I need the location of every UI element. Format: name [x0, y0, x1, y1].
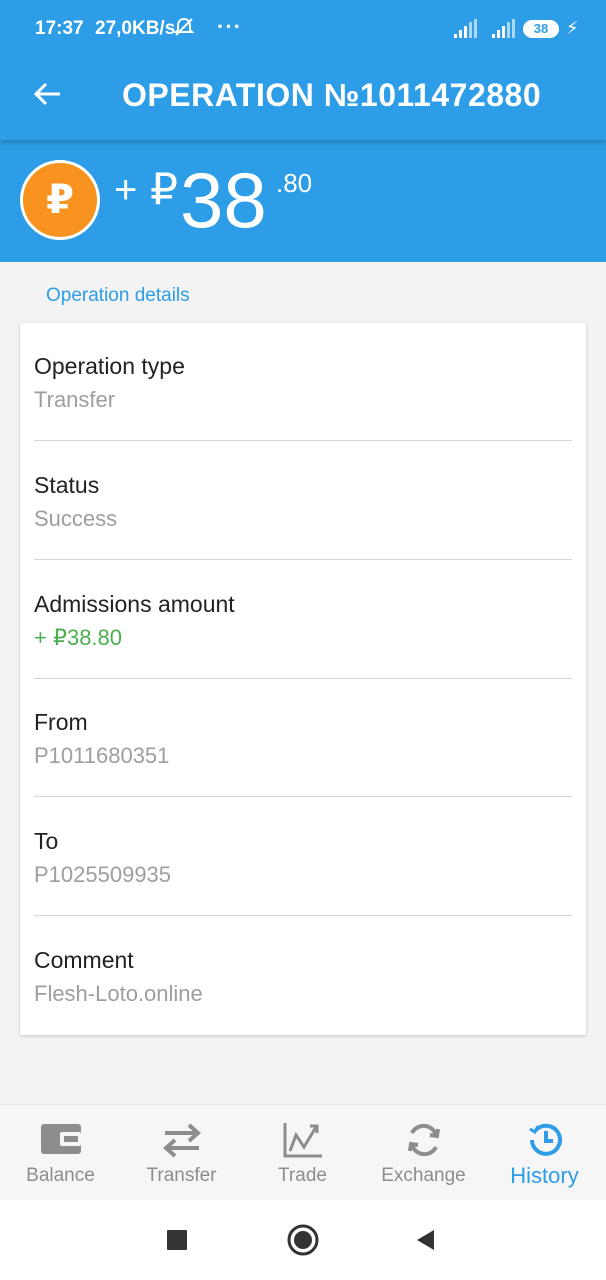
nav-history[interactable]: History	[484, 1105, 605, 1201]
app-bar: OPERATION №1011472880	[0, 60, 606, 140]
detail-row-admissions-amount: Admissions amount + ₽38.80	[34, 561, 572, 679]
more-notifications-icon: ···	[217, 14, 242, 39]
network-speed: 27,0KB/s	[95, 18, 176, 39]
detail-label: Status	[34, 472, 100, 498]
detail-value: Transfer	[34, 387, 116, 412]
clock: 17:37	[35, 18, 84, 39]
detail-value: + ₽38.80	[34, 625, 123, 650]
signal-icon	[454, 19, 515, 38]
detail-label: Admissions amount	[34, 591, 235, 617]
system-nav-bar	[0, 1200, 606, 1280]
detail-value: Success	[34, 506, 118, 531]
detail-value: P1011680351	[34, 743, 170, 768]
divider	[34, 440, 572, 441]
detail-row-comment: Comment Flesh-Loto.online	[34, 917, 572, 1035]
detail-label: Operation type	[34, 353, 185, 379]
divider	[34, 915, 572, 916]
back-arrow-icon	[33, 82, 60, 106]
nav-label: Balance	[26, 1165, 95, 1186]
battery-icon: 38	[523, 20, 559, 38]
detail-label: Comment	[34, 947, 134, 973]
refresh-icon	[408, 1123, 440, 1157]
detail-label: To	[34, 828, 59, 854]
detail-label: From	[34, 709, 88, 735]
wallet-icon	[41, 1124, 81, 1154]
bottom-nav: Balance Transfer Trade Exchange History	[0, 1104, 606, 1201]
amount-sign: +	[114, 168, 138, 212]
detail-value: Flesh-Loto.online	[34, 981, 203, 1006]
amount-header: ₽ + ₽ 38 .80	[0, 140, 606, 262]
muted-bell-icon	[173, 16, 195, 44]
nav-balance[interactable]: Balance	[0, 1105, 121, 1201]
amount-decimal: .80	[276, 168, 313, 198]
battery-level: 38	[533, 21, 549, 36]
detail-row-status: Status Success	[34, 442, 572, 560]
status-bar: 17:37 27,0KB/s ··· 38 ⚡	[0, 0, 606, 60]
details-card: Operation type Transfer Status Success A…	[20, 323, 586, 1035]
page-title: OPERATION №1011472880	[122, 77, 542, 113]
recents-button-icon[interactable]	[159, 1222, 195, 1258]
amount-integer: 38	[180, 156, 267, 244]
divider	[34, 559, 572, 560]
nav-label: Exchange	[381, 1165, 466, 1186]
transfer-arrows-icon	[162, 1123, 202, 1158]
back-nav-button-icon[interactable]	[408, 1222, 444, 1258]
nav-label: History	[510, 1163, 579, 1188]
home-button-icon[interactable]	[285, 1222, 321, 1258]
nav-exchange[interactable]: Exchange	[363, 1105, 484, 1201]
detail-value: P1025509935	[34, 862, 172, 887]
nav-trade[interactable]: Trade	[242, 1105, 363, 1201]
ruble-coin-icon: ₽	[20, 160, 100, 240]
section-label: Operation details	[46, 285, 190, 306]
nav-transfer[interactable]: Transfer	[121, 1105, 242, 1201]
nav-label: Trade	[278, 1165, 327, 1186]
detail-row-to: To P1025509935	[34, 798, 572, 916]
detail-row-operation-type: Operation type Transfer	[34, 323, 572, 441]
history-icon	[529, 1123, 562, 1156]
nav-label: Transfer	[146, 1165, 217, 1186]
charging-icon: ⚡	[566, 18, 579, 38]
detail-row-from: From P1011680351	[34, 679, 572, 797]
divider	[34, 796, 572, 797]
back-button[interactable]	[24, 74, 72, 122]
amount-currency: ₽	[150, 165, 178, 214]
chart-icon	[283, 1123, 322, 1158]
